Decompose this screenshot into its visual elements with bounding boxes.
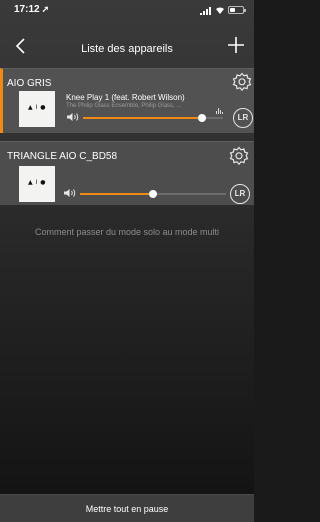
- status-bar: 17:12 ➚: [0, 0, 254, 22]
- track-title: Knee Play 1 (feat. Robert Wilson): [66, 93, 185, 102]
- gear-icon[interactable]: [229, 146, 249, 166]
- pause-all-bar[interactable]: Mettre tout en pause: [0, 494, 254, 522]
- cover-logo-text: ▲ I ●: [28, 104, 46, 111]
- volume-slider[interactable]: [83, 114, 223, 122]
- wifi-icon: [216, 7, 224, 14]
- signal-icon: [200, 7, 213, 15]
- stereo-lr-button[interactable]: LR: [230, 184, 250, 204]
- stereo-lr-button[interactable]: LR: [233, 108, 253, 128]
- gear-icon[interactable]: [232, 72, 252, 92]
- equalizer-icon: [216, 108, 223, 114]
- location-arrow-icon: ➚: [41, 4, 50, 14]
- cover-logo-text: ▲ I ●: [28, 179, 46, 186]
- device-card-aio-gris[interactable]: AIO GRIS ▲ I ● Knee Play 1 (feat. Robert…: [0, 68, 254, 133]
- volume-icon: [67, 113, 79, 121]
- volume-slider-knob[interactable]: [198, 114, 206, 122]
- device-list-screen: 17:12➚ Liste des appareils AIO GRIS ▲ I: [0, 0, 254, 522]
- volume-slider[interactable]: [80, 190, 226, 198]
- album-cover: ▲ I ●: [19, 166, 55, 202]
- plus-icon[interactable]: [226, 35, 246, 55]
- album-cover: ▲ I ●: [19, 91, 55, 127]
- battery-icon: [228, 6, 246, 14]
- volume-slider-fill: [80, 193, 153, 195]
- track-artist: The Philip Glass Ensemble, Philip Glass,…: [66, 103, 182, 109]
- time-text: 17:12: [14, 4, 40, 15]
- page-title: Liste des appareils: [81, 43, 173, 55]
- volume-slider-knob[interactable]: [149, 190, 157, 198]
- volume-slider-fill: [83, 117, 202, 119]
- volume-icon: [64, 189, 76, 197]
- solo-multi-help-link[interactable]: Comment passer du mode solo au mode mult…: [0, 227, 254, 237]
- device-name: AIO GRIS: [7, 78, 52, 89]
- pause-all-button[interactable]: Mettre tout en pause: [0, 504, 254, 514]
- device-name: TRIANGLE AIO C_BD58: [7, 151, 118, 162]
- status-time: 17:12 ➚: [14, 4, 49, 15]
- device-card-triangle-aio[interactable]: TRIANGLE AIO C_BD58 ▲ I ● LR: [0, 141, 254, 205]
- battery-fill: [230, 8, 235, 12]
- nav-bar: Liste des appareils: [0, 34, 254, 60]
